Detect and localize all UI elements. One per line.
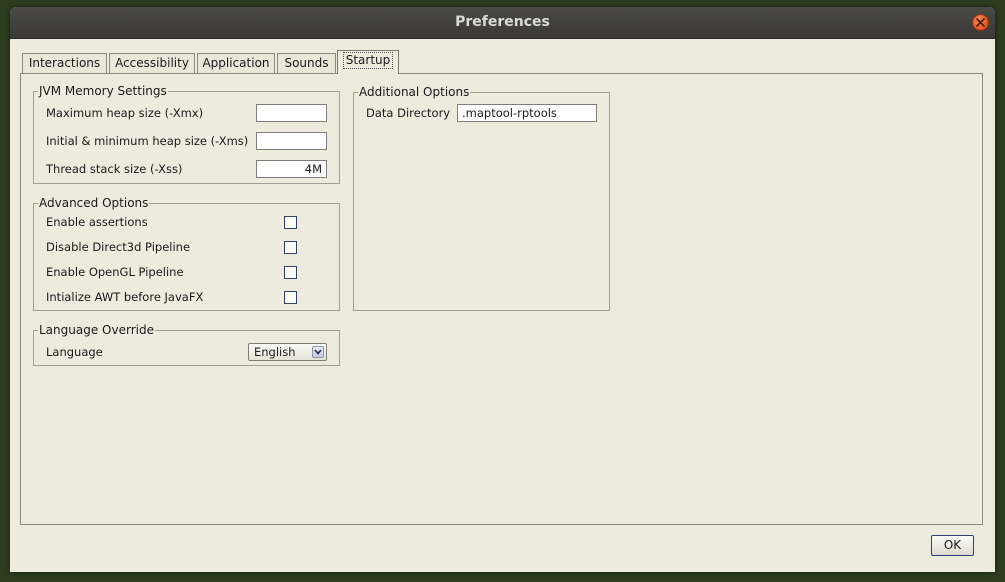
jvm-memory-group: JVM Memory Settings Maximum heap size (-… bbox=[33, 84, 340, 184]
close-button[interactable] bbox=[972, 14, 989, 31]
dialog-title: Preferences bbox=[455, 14, 550, 30]
disable-direct3d-checkbox[interactable] bbox=[284, 241, 297, 254]
tab-sounds[interactable]: Sounds bbox=[277, 53, 336, 73]
min-heap-label: Initial & minimum heap size (-Xms) bbox=[46, 134, 249, 148]
data-directory-input[interactable] bbox=[457, 104, 597, 122]
tab-accessibility[interactable]: Accessibility bbox=[109, 53, 195, 73]
max-heap-input[interactable] bbox=[256, 104, 327, 122]
tab-startup[interactable]: Startup bbox=[337, 50, 399, 74]
language-label: Language bbox=[46, 345, 103, 359]
language-select[interactable]: English bbox=[248, 343, 327, 361]
title-bar: Preferences bbox=[10, 7, 995, 39]
ok-button[interactable]: OK bbox=[931, 535, 974, 556]
tab-label: Startup bbox=[342, 52, 394, 69]
group-title: Additional Options bbox=[358, 85, 471, 99]
thread-stack-input[interactable] bbox=[256, 160, 327, 178]
initialize-awt-checkbox[interactable] bbox=[284, 291, 297, 304]
enable-assertions-label: Enable assertions bbox=[46, 215, 148, 229]
close-icon bbox=[976, 18, 985, 27]
tab-interactions[interactable]: Interactions bbox=[22, 53, 107, 73]
enable-opengl-label: Enable OpenGL Pipeline bbox=[46, 265, 184, 279]
thread-stack-label: Thread stack size (-Xss) bbox=[46, 162, 183, 176]
disable-direct3d-label: Disable Direct3d Pipeline bbox=[46, 240, 191, 254]
language-selected-value: English bbox=[254, 345, 296, 359]
preferences-dialog: Preferences Interactions Accessibility A… bbox=[10, 7, 995, 572]
min-heap-input[interactable] bbox=[256, 132, 327, 150]
tab-application[interactable]: Application bbox=[197, 53, 275, 73]
tab-label: Accessibility bbox=[115, 56, 189, 70]
group-title: Advanced Options bbox=[38, 196, 150, 210]
group-title: JVM Memory Settings bbox=[38, 84, 168, 98]
chevron-down-icon bbox=[314, 349, 322, 355]
tab-label: Sounds bbox=[284, 56, 329, 70]
tab-label: Application bbox=[202, 56, 270, 70]
additional-options-group: Additional Options Data Directory bbox=[353, 85, 610, 311]
tab-label: Interactions bbox=[28, 56, 101, 70]
language-override-group: Language Override Language English bbox=[33, 323, 340, 366]
initialize-awt-label: Intialize AWT before JavaFX bbox=[46, 290, 204, 304]
advanced-options-group: Advanced Options Enable assertions Disab… bbox=[33, 196, 340, 311]
dropdown-arrow[interactable] bbox=[312, 346, 324, 358]
data-directory-label: Data Directory bbox=[366, 106, 451, 120]
enable-assertions-checkbox[interactable] bbox=[284, 216, 297, 229]
startup-panel: JVM Memory Settings Maximum heap size (-… bbox=[20, 73, 983, 525]
max-heap-label: Maximum heap size (-Xmx) bbox=[46, 106, 204, 120]
group-title: Language Override bbox=[38, 323, 155, 337]
enable-opengl-checkbox[interactable] bbox=[284, 266, 297, 279]
